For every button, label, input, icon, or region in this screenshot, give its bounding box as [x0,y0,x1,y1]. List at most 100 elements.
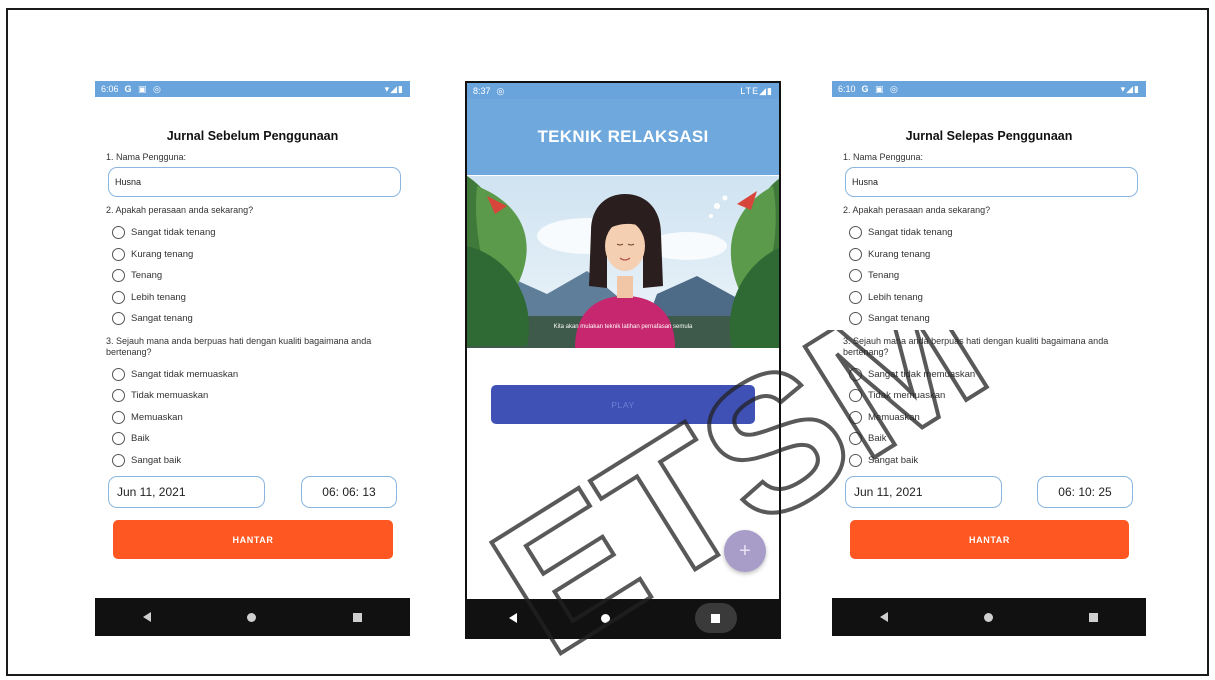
radio-icon[interactable] [849,432,862,446]
submit-button[interactable]: HANTAR [850,520,1129,559]
radio-icon[interactable] [112,226,125,240]
radio-label: Sangat tidak tenang [868,227,953,239]
radio-icon[interactable] [849,226,862,240]
radio-label: Tidak memuaskan [868,390,946,402]
android-nav-bar [832,598,1146,636]
radio-option[interactable]: Sangat baik [106,450,399,472]
radio-label: Sangat tenang [131,313,193,325]
signal-battery-icon: LTE◢▮ [740,85,773,96]
radio-option[interactable]: Memuaskan [843,407,1135,429]
notification-icons: G ▣ ◎ [861,83,900,94]
name-input[interactable]: Husna [845,167,1138,197]
question-3-label: 3. Sejauh mana anda berpuas hati dengan … [843,335,1109,357]
radio-label: Sangat tidak memuaskan [868,368,976,380]
submit-button[interactable]: HANTAR [113,520,393,559]
radio-icon[interactable] [849,410,862,424]
status-time: 8:37 [473,86,491,96]
radio-label: Tidak memuaskan [131,390,209,402]
status-time: 6:10 [838,84,856,94]
radio-label: Kurang tenang [131,248,194,260]
q3-radio-group: Sangat tidak memuaskan Tidak memuaskan M… [106,364,399,472]
question-1-label: 1. Nama Pengguna: [843,152,924,162]
radio-icon[interactable] [112,290,125,304]
home-icon[interactable] [601,613,611,623]
radio-option[interactable]: Tenang [843,265,1135,287]
time-field[interactable]: 06: 06: 13 [301,476,397,508]
recents-icon[interactable] [1089,612,1098,622]
page-title: Jurnal Sebelum Penggunaan [166,129,339,143]
question-2-label: 2. Apakah perasaan anda sekarang? [106,205,254,215]
video-player[interactable]: Kita akan mulakan teknik latihan pernafa… [467,176,779,348]
radio-icon[interactable] [849,290,862,304]
radio-icon[interactable] [112,367,125,381]
phone-screen-before-journal: 6:06 G ▣ ◎ ▾◢▮ Jurnal Sebelum Penggunaan… [95,81,410,636]
radio-label: Sangat baik [868,454,919,466]
date-field[interactable]: Jun 11, 2021 [845,476,1002,508]
journal-form: Jurnal Selepas Penggunaan 1. Nama Penggu… [832,97,1146,598]
notification-icons: G ▣ ◎ [124,83,163,94]
status-bar: 8:37 ◎ LTE◢▮ [467,83,779,99]
recents-button[interactable] [694,603,737,633]
radio-option[interactable]: Sangat tenang [106,308,399,330]
recents-icon [711,613,721,623]
radio-icon[interactable] [112,312,125,326]
radio-option[interactable]: Lebih tenang [106,287,399,309]
radio-label: Tenang [131,270,163,282]
radio-label: Tenang [868,270,900,282]
page-title: TEKNIK RELAKSASI [467,99,779,175]
radio-label: Sangat tidak memuaskan [131,368,239,380]
radio-option[interactable]: Sangat tidak tenang [106,222,399,244]
radio-option[interactable]: Lebih tenang [843,287,1135,309]
back-icon[interactable] [880,612,888,622]
question-1-label: 1. Nama Pengguna: [106,152,187,162]
recents-icon[interactable] [352,612,362,622]
radio-icon[interactable] [849,389,862,403]
q2-radio-group: Sangat tidak tenang Kurang tenang Tenang… [106,222,399,330]
radio-icon[interactable] [112,269,125,283]
home-icon[interactable] [247,612,257,622]
radio-icon[interactable] [849,312,862,326]
radio-option[interactable]: Sangat tidak memuaskan [843,364,1135,386]
radio-label: Sangat baik [131,454,182,466]
status-bar: 6:06 G ▣ ◎ ▾◢▮ [95,81,410,97]
home-icon[interactable] [984,612,993,622]
radio-icon[interactable] [112,432,125,446]
radio-option[interactable]: Tenang [106,265,399,287]
radio-label: Lebih tenang [131,291,186,303]
radio-option[interactable]: Kurang tenang [843,244,1135,266]
back-icon[interactable] [509,613,518,623]
radio-icon[interactable] [849,367,862,381]
android-nav-bar [467,599,779,637]
radio-option[interactable]: Tidak memuaskan [843,385,1135,407]
radio-icon[interactable] [112,389,125,403]
name-input[interactable]: Husna [108,167,401,197]
radio-option[interactable]: Tidak memuaskan [106,385,399,407]
status-time: 6:06 [101,84,119,94]
add-fab-icon[interactable]: + [724,530,766,572]
radio-option[interactable]: Memuaskan [106,407,399,429]
radio-icon[interactable] [112,410,125,424]
radio-option[interactable]: Sangat tidak tenang [843,222,1135,244]
date-time-row: Jun 11, 2021 06: 10: 25 [843,476,1135,508]
time-field[interactable]: 06: 10: 25 [1037,476,1133,508]
play-button[interactable]: PLAY [491,385,755,424]
video-frame-illustration [467,176,779,348]
radio-icon[interactable] [112,247,125,261]
date-field[interactable]: Jun 11, 2021 [108,476,265,508]
radio-icon[interactable] [849,269,862,283]
radio-icon[interactable] [849,453,862,467]
radio-icon[interactable] [112,453,125,467]
radio-option[interactable]: Baik [106,428,399,450]
question-2-label: 2. Apakah perasaan anda sekarang? [843,205,991,215]
radio-option[interactable]: Baik [843,428,1135,450]
back-icon[interactable] [143,612,152,622]
question-3-label: 3. Sejauh mana anda berpuas hati dengan … [106,335,372,357]
radio-option[interactable]: Sangat baik [843,450,1135,472]
phone-screen-relaxation: 8:37 ◎ LTE◢▮ TEKNIK RELAKSASI Kita akan … [465,81,781,639]
radio-option[interactable]: Kurang tenang [106,244,399,266]
radio-option[interactable]: Sangat tidak memuaskan [106,364,399,386]
radio-option[interactable]: Sangat tenang [843,308,1135,330]
date-time-row: Jun 11, 2021 06: 06: 13 [106,476,399,508]
status-bar: 6:10 G ▣ ◎ ▾◢▮ [832,81,1146,97]
radio-icon[interactable] [849,247,862,261]
